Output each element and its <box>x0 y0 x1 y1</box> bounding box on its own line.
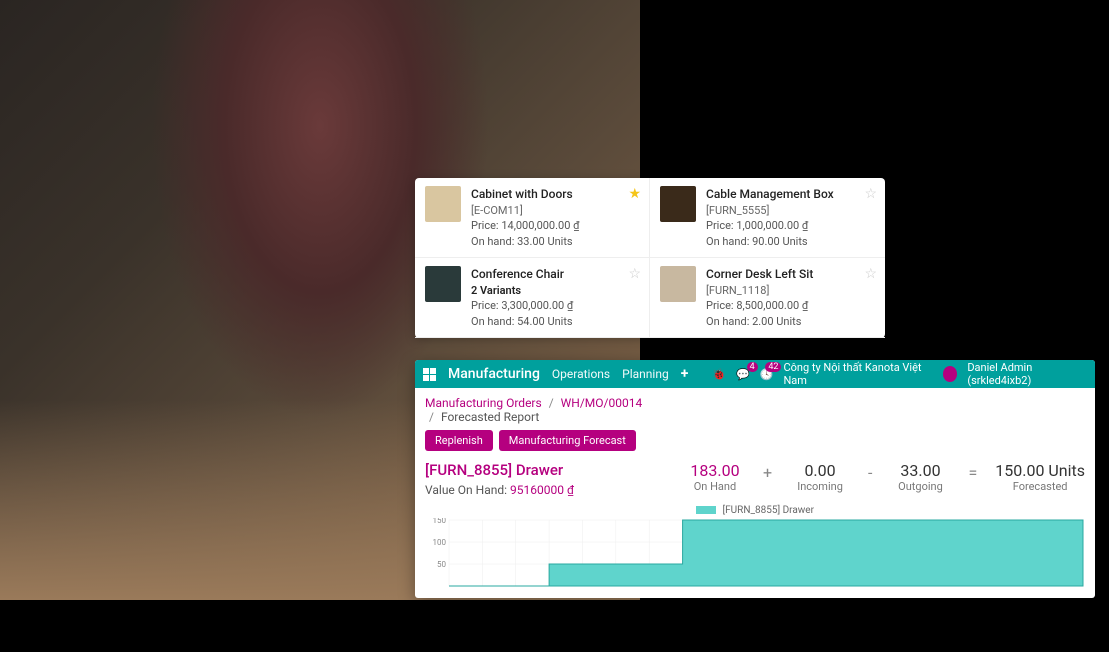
company-name[interactable]: Công ty Nội thất Kanota Việt Nam <box>783 361 932 387</box>
top-navbar: Manufacturing Operations Planning + 🐞 💬4… <box>415 360 1095 388</box>
product-title: [FURN_8855] Drawer <box>425 461 667 479</box>
favorite-star-icon[interactable]: ☆ <box>864 186 877 202</box>
product-onhand: On hand: 33.00 Units <box>471 234 639 249</box>
menu-planning[interactable]: Planning <box>622 367 669 381</box>
product-name: Corner Desk Left Sit <box>706 266 875 283</box>
messages-icon[interactable]: 💬4 <box>736 368 750 381</box>
product-onhand: On hand: 90.00 Units <box>706 234 875 249</box>
product-name: Conference Chair <box>471 266 639 283</box>
chart-legend: [FURN_8855] Drawer <box>425 505 1085 516</box>
favorite-star-icon[interactable]: ☆ <box>864 266 877 282</box>
product-name: Cable Management Box <box>706 186 875 203</box>
manufacturing-forecast-button[interactable]: Manufacturing Forecast <box>499 430 636 451</box>
product-card[interactable]: Conference Chair 2 Variants Price: 3,300… <box>415 258 650 338</box>
activities-icon[interactable]: 🕓42 <box>760 368 774 381</box>
minus-op: - <box>868 461 872 482</box>
onhand-value: 183.00 <box>685 461 745 480</box>
value-on-hand: 95160000 ₫ <box>510 483 574 497</box>
favorite-star-icon[interactable]: ☆ <box>628 266 641 282</box>
product-card[interactable]: Cable Management Box [FURN_5555] Price: … <box>650 178 885 258</box>
replenish-button[interactable]: Replenish <box>425 430 493 451</box>
product-price: Price: 14,000,000.00 ₫ <box>471 218 639 233</box>
product-price: Price: 3,300,000.00 ₫ <box>471 298 639 313</box>
breadcrumb-current: Forecasted Report <box>441 410 539 424</box>
product-card[interactable]: Corner Desk Left Sit [FURN_1118] Price: … <box>650 258 885 338</box>
product-name: Cabinet with Doors <box>471 186 639 203</box>
plus-op: + <box>763 461 772 482</box>
value-on-hand-label: Value On Hand: <box>425 483 507 497</box>
forecasted-label: Forecasted <box>995 480 1085 493</box>
product-sku: [FURN_5555] <box>706 203 875 218</box>
product-sku: [FURN_1118] <box>706 283 875 298</box>
product-kanban: Cabinet with Doors [E-COM11] Price: 14,0… <box>415 178 885 338</box>
product-thumb <box>660 266 696 302</box>
legend-swatch <box>696 506 716 514</box>
onhand-label: On Hand <box>685 480 745 493</box>
product-onhand: On hand: 54.00 Units <box>471 314 639 329</box>
app-name[interactable]: Manufacturing <box>448 366 540 382</box>
product-price: Price: 8,500,000.00 ₫ <box>706 298 875 313</box>
menu-operations[interactable]: Operations <box>552 367 610 381</box>
incoming-value: 0.00 <box>790 461 850 480</box>
user-name[interactable]: Daniel Admin (srkled4ixb2) <box>967 361 1087 387</box>
favorite-star-icon[interactable]: ★ <box>628 186 641 202</box>
outgoing-label: Outgoing <box>890 480 950 493</box>
svg-text:100: 100 <box>433 538 447 547</box>
product-sku: [E-COM11] <box>471 203 639 218</box>
debug-icon[interactable]: 🐞 <box>712 368 726 381</box>
breadcrumb-mo[interactable]: WH/MO/00014 <box>561 396 643 410</box>
apps-icon[interactable] <box>423 368 436 381</box>
new-icon[interactable]: + <box>681 366 689 382</box>
product-thumb <box>425 186 461 222</box>
product-card[interactable]: Cabinet with Doors [E-COM11] Price: 14,0… <box>415 178 650 258</box>
product-thumb <box>425 266 461 302</box>
manufacturing-window: Manufacturing Operations Planning + 🐞 💬4… <box>415 360 1095 598</box>
product-price: Price: 1,000,000.00 ₫ <box>706 218 875 233</box>
svg-text:150: 150 <box>433 518 447 525</box>
svg-text:50: 50 <box>437 560 446 569</box>
product-onhand: On hand: 2.00 Units <box>706 314 875 329</box>
forecasted-value: 150.00 Units <box>995 461 1085 480</box>
outgoing-value: 33.00 <box>890 461 950 480</box>
equals-op: = <box>968 461 977 482</box>
breadcrumb: Manufacturing Orders / WH/MO/00014 / For… <box>425 396 1085 424</box>
product-variants: 2 Variants <box>471 283 639 298</box>
legend-label: [FURN_8855] Drawer <box>723 505 814 516</box>
incoming-label: Incoming <box>790 480 850 493</box>
breadcrumb-root[interactable]: Manufacturing Orders <box>425 396 542 410</box>
product-thumb <box>660 186 696 222</box>
user-avatar[interactable] <box>943 366 958 382</box>
forecast-chart: 50 100 150 <box>425 518 1085 588</box>
